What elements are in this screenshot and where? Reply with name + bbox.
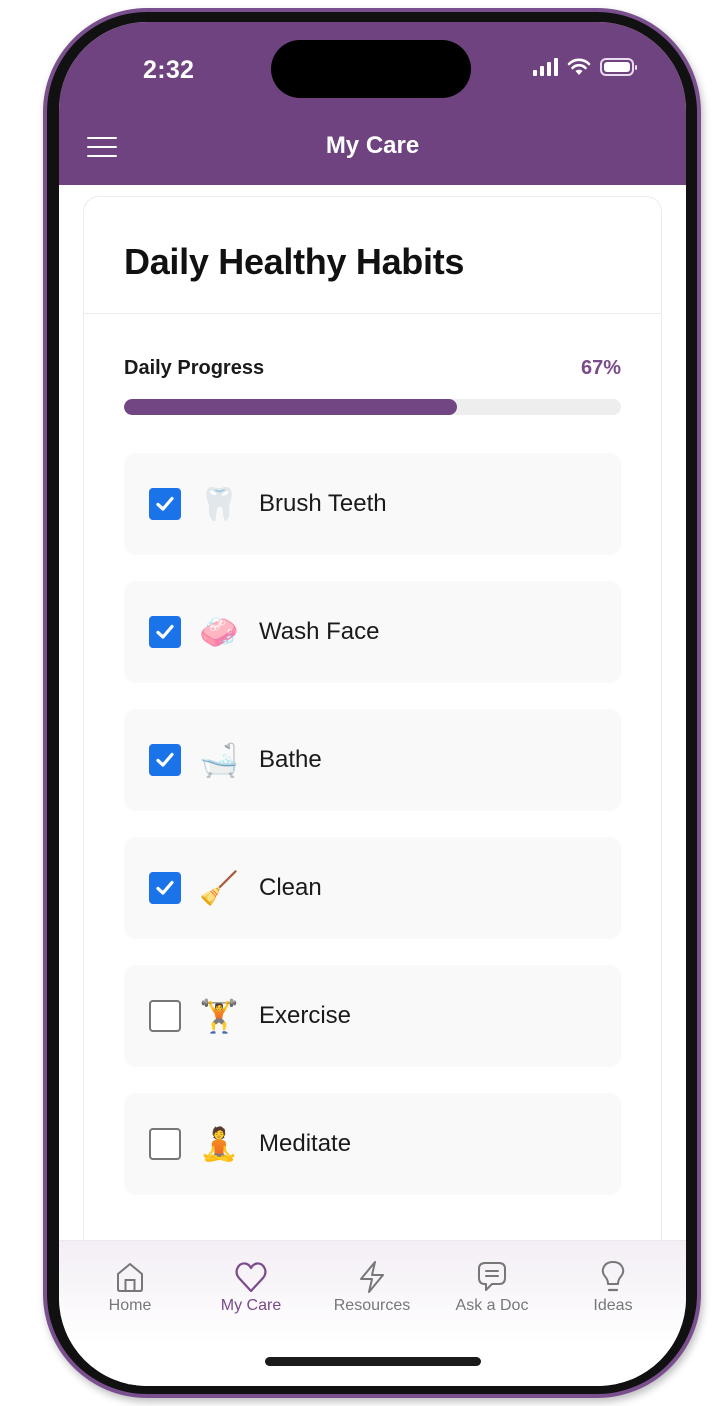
- habit-item[interactable]: 🧹 Clean: [124, 837, 621, 939]
- tab-label: Ask a Doc: [455, 1297, 529, 1314]
- card-header: Daily Healthy Habits: [84, 197, 661, 314]
- card-title: Daily Healthy Habits: [124, 241, 465, 282]
- weightlifter-icon: 🏋️: [199, 998, 239, 1034]
- bathtub-icon: 🛁: [199, 742, 239, 778]
- habit-checkbox[interactable]: [149, 488, 181, 520]
- tooth-icon: 🦷: [199, 486, 239, 522]
- checkmark-icon: [156, 624, 174, 639]
- home-icon: [117, 1263, 143, 1292]
- tab-label: Ideas: [593, 1297, 633, 1314]
- wifi-icon: [567, 58, 591, 75]
- habit-checkbox[interactable]: [149, 616, 181, 648]
- tab-home[interactable]: Home: [70, 1259, 190, 1315]
- progress-bar: [124, 399, 621, 415]
- habits-card: Daily Healthy Habits Daily Progress 67% …: [83, 196, 662, 1276]
- tab-ideas[interactable]: Ideas: [553, 1259, 673, 1315]
- meditation-icon: 🧘: [199, 1126, 239, 1162]
- progress-label: Daily Progress: [124, 357, 265, 379]
- habit-list: 🦷 Brush Teeth 🧼 Wash Face 🛁 Bathe 🧹 Clea…: [124, 453, 621, 1221]
- progress-value: 67%: [580, 357, 621, 379]
- lightning-icon: [360, 1261, 384, 1293]
- signal-icon: [533, 58, 558, 76]
- dynamic-island: [271, 40, 471, 98]
- app-header: 2:32 My Care: [59, 22, 686, 185]
- screen: 2:32 My Care Daily Healthy Habits Daily …: [59, 22, 686, 1386]
- status-time: 2:32: [143, 56, 195, 84]
- status-icons: [533, 58, 637, 76]
- habit-checkbox[interactable]: [149, 744, 181, 776]
- page-title: My Care: [325, 132, 420, 159]
- habit-item[interactable]: 🧘 Meditate: [124, 1093, 621, 1195]
- tab-label: Home: [108, 1297, 152, 1314]
- progress-fill: [124, 399, 457, 415]
- tab-ask-a-doc[interactable]: Ask a Doc: [432, 1259, 552, 1315]
- chat-icon: [478, 1262, 506, 1291]
- habit-name: Brush Teeth: [259, 490, 387, 517]
- progress-row: Daily Progress 67%: [124, 357, 621, 380]
- lightbulb-icon: [601, 1261, 625, 1292]
- habit-item[interactable]: 🧼 Wash Face: [124, 581, 621, 683]
- battery-icon: [600, 58, 637, 76]
- tab-resources[interactable]: Resources: [312, 1259, 432, 1315]
- habit-name: Bathe: [259, 746, 322, 773]
- checkmark-icon: [156, 752, 174, 767]
- habit-name: Wash Face: [259, 618, 380, 645]
- habit-item[interactable]: 🦷 Brush Teeth: [124, 453, 621, 555]
- habit-item[interactable]: 🏋️ Exercise: [124, 965, 621, 1067]
- habit-item[interactable]: 🛁 Bathe: [124, 709, 621, 811]
- soap-icon: 🧼: [199, 614, 239, 650]
- tab-label: Resources: [333, 1297, 411, 1314]
- habit-name: Clean: [259, 874, 322, 901]
- habit-name: Exercise: [259, 1002, 352, 1029]
- checkmark-icon: [156, 880, 174, 895]
- habit-checkbox[interactable]: [149, 1000, 181, 1032]
- habit-name: Meditate: [259, 1130, 352, 1157]
- tab-label: My Care: [220, 1297, 282, 1314]
- home-indicator[interactable]: [264, 1357, 481, 1366]
- habit-checkbox[interactable]: [149, 1128, 181, 1160]
- bottom-tab-bar: Home My Care Resources Ask a Doc Ideas: [59, 1240, 686, 1386]
- heart-icon: [235, 1262, 267, 1293]
- habit-checkbox[interactable]: [149, 872, 181, 904]
- tab-my-care[interactable]: My Care: [191, 1259, 311, 1315]
- broom-icon: 🧹: [199, 870, 239, 906]
- checkmark-icon: [156, 496, 174, 511]
